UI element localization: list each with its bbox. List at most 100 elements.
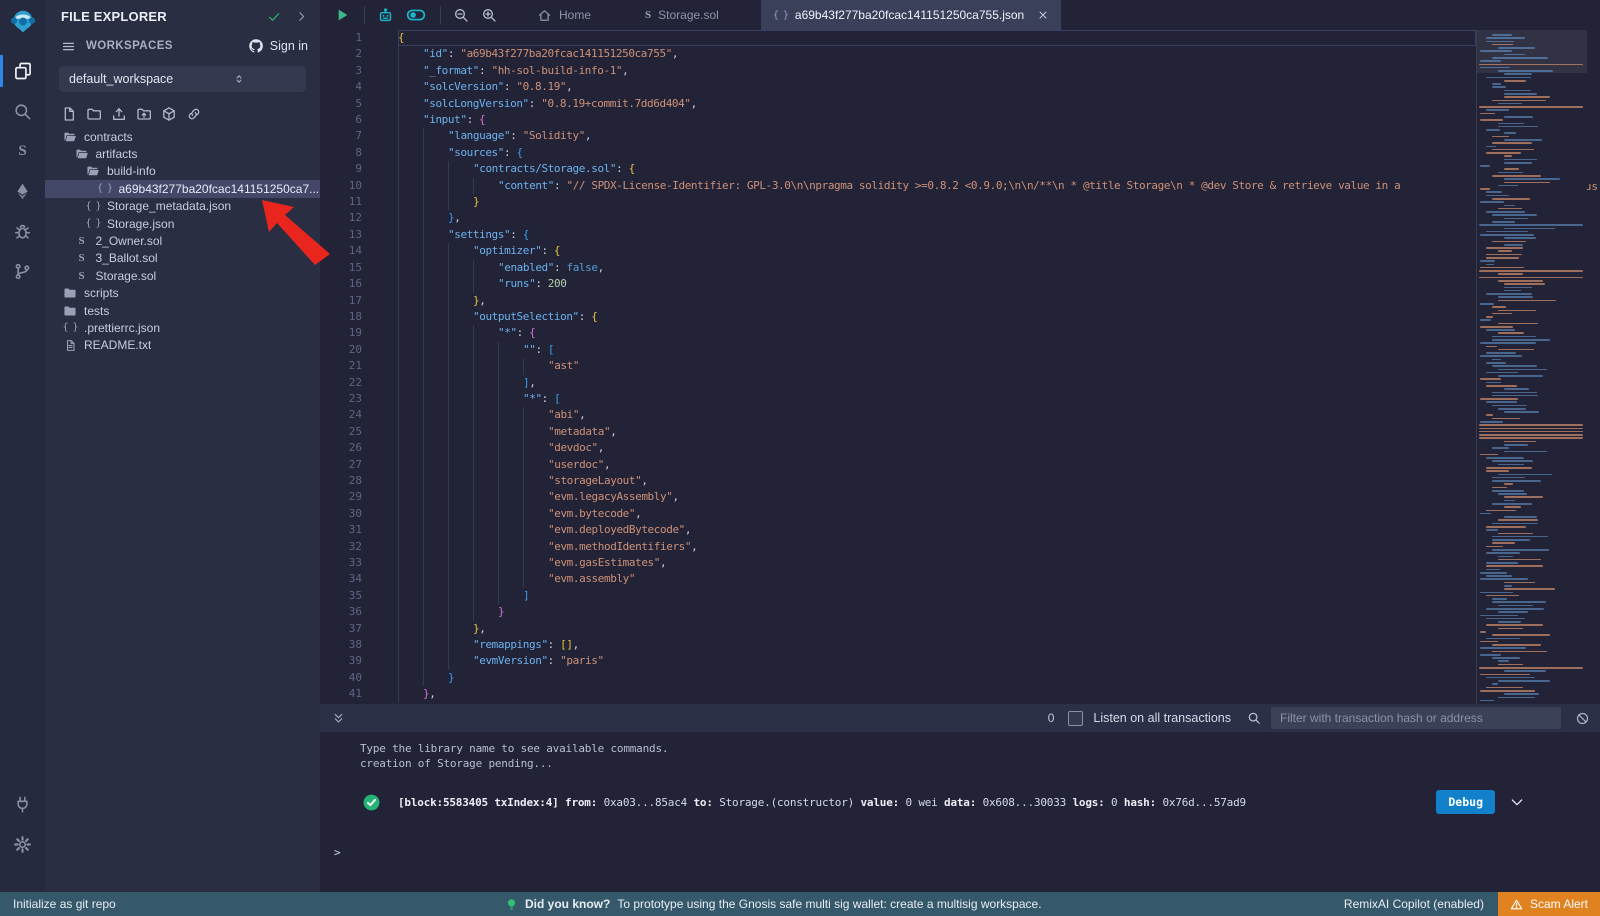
sidebar-item-git[interactable] bbox=[0, 251, 45, 291]
chevron-right-icon[interactable] bbox=[295, 10, 308, 23]
indent-guide bbox=[398, 588, 423, 604]
tree-item-3-ballot-sol[interactable]: S3_Ballot.sol bbox=[45, 250, 320, 267]
run-script-button[interactable] bbox=[334, 7, 350, 23]
transaction-summary[interactable]: [block:5583405 txIndex:4] from: 0xa03...… bbox=[398, 796, 1246, 809]
tree-item-scripts[interactable]: scripts bbox=[45, 285, 320, 302]
expand-transaction-icon[interactable] bbox=[1509, 794, 1525, 810]
close-icon[interactable] bbox=[1037, 9, 1049, 21]
minimap-line bbox=[1498, 464, 1524, 466]
new-folder-icon[interactable] bbox=[86, 106, 102, 122]
tree-item-artifacts[interactable]: artifacts bbox=[45, 145, 320, 162]
tree-item--prettierrc-json[interactable]: { }.prettierrc.json bbox=[45, 319, 320, 336]
minimap-line bbox=[1480, 113, 1495, 115]
sidebar-item-deploy-run[interactable] bbox=[0, 171, 45, 211]
workspace-select[interactable]: default_workspace bbox=[59, 66, 306, 92]
sign-in-button[interactable]: Sign in bbox=[248, 38, 308, 54]
folder-icon bbox=[62, 286, 78, 300]
token: : bbox=[479, 63, 491, 79]
indent-guide bbox=[473, 358, 498, 374]
tree-item-2-owner-sol[interactable]: S2_Owner.sol bbox=[45, 232, 320, 249]
listen-all-checkbox[interactable] bbox=[1068, 711, 1083, 726]
indent-guide bbox=[448, 325, 473, 341]
git-init-button[interactable]: Initialize as git repo bbox=[13, 892, 116, 916]
minimap-line bbox=[1486, 565, 1543, 567]
minimap-line bbox=[1486, 414, 1493, 416]
sidebar-item-plugin-manager[interactable] bbox=[0, 784, 45, 824]
sidebar-item-settings[interactable] bbox=[0, 824, 45, 864]
minimap-line bbox=[1504, 441, 1536, 443]
tree-item-storage-json[interactable]: { }Storage.json bbox=[45, 215, 320, 232]
hamburger-menu-icon[interactable] bbox=[61, 39, 76, 54]
tab-a69b43f277ba20fcac141151250ca755-json[interactable]: { }a69b43f277ba20fcac141151250ca755.json bbox=[761, 0, 1061, 30]
minimap-line bbox=[1492, 100, 1546, 102]
upload-file-icon[interactable] bbox=[111, 106, 127, 122]
zoom-out-button[interactable] bbox=[453, 7, 469, 23]
warning-icon bbox=[1510, 898, 1523, 911]
line-number-gutter: 1234567891011121314151617181920212223242… bbox=[320, 30, 375, 703]
remix-logo-icon[interactable] bbox=[8, 7, 38, 37]
minimap-line bbox=[1480, 326, 1513, 328]
token: "evm.legacyAssembly" bbox=[548, 489, 672, 505]
indent-guide bbox=[423, 145, 448, 161]
debug-button[interactable]: Debug bbox=[1436, 790, 1495, 814]
tab-storage-sol[interactable]: SStorage.sol bbox=[633, 0, 731, 30]
indent-guide bbox=[398, 375, 423, 391]
tab-home[interactable]: Home bbox=[525, 0, 603, 30]
terminal[interactable]: Type the library name to see available c… bbox=[320, 732, 1600, 892]
minimap-line bbox=[1480, 60, 1501, 62]
copilot-toggle-button[interactable] bbox=[406, 5, 426, 25]
tree-item-readme-txt[interactable]: README.txt bbox=[45, 337, 320, 354]
minimap-line bbox=[1486, 329, 1515, 331]
code-editor[interactable]: 1234567891011121314151617181920212223242… bbox=[320, 30, 1600, 704]
transaction-filter-input[interactable] bbox=[1271, 707, 1561, 729]
line-number: 9 bbox=[320, 161, 375, 177]
tree-item-build-info[interactable]: build-info bbox=[45, 163, 320, 180]
indent-guide bbox=[448, 358, 473, 374]
copilot-status[interactable]: RemixAI Copilot (enabled) bbox=[1344, 897, 1484, 911]
sign-in-label: Sign in bbox=[270, 39, 308, 53]
tree-item-storage-metadata-json[interactable]: { }Storage_metadata.json bbox=[45, 198, 320, 215]
new-file-icon[interactable] bbox=[61, 106, 77, 122]
file-actions-toolbar bbox=[45, 92, 320, 126]
tree-item-tests[interactable]: tests bbox=[45, 302, 320, 319]
minimap[interactable] bbox=[1476, 30, 1587, 704]
line-number: 13 bbox=[320, 227, 375, 243]
indent-guide bbox=[498, 473, 523, 489]
link-icon[interactable] bbox=[186, 106, 202, 122]
token: , bbox=[454, 210, 460, 226]
sidebar-item-file-explorer[interactable] bbox=[0, 51, 45, 91]
minimap-line bbox=[1480, 592, 1513, 594]
terminal-prompt[interactable]: > bbox=[334, 846, 340, 859]
token: [ bbox=[554, 391, 560, 407]
tree-item-contracts[interactable]: contracts bbox=[45, 128, 320, 145]
zoom-in-button[interactable] bbox=[481, 7, 497, 23]
tree-item-a69b43f277ba20fcac141151250ca7-[interactable]: { }a69b43f277ba20fcac141151250ca7... bbox=[45, 180, 320, 197]
token: "enabled" bbox=[498, 260, 554, 276]
token: : bbox=[535, 342, 547, 358]
token: : bbox=[467, 112, 479, 128]
file-explorer-icon bbox=[13, 61, 33, 81]
clear-console-icon[interactable] bbox=[1575, 711, 1590, 726]
sidebar-item-debugger[interactable] bbox=[0, 211, 45, 251]
sidebar-item-search[interactable] bbox=[0, 91, 45, 131]
indent-guide bbox=[448, 375, 473, 391]
indent-guide bbox=[473, 473, 498, 489]
upload-folder-icon[interactable] bbox=[136, 106, 152, 122]
search-icon bbox=[1247, 711, 1261, 725]
ai-assistant-button[interactable] bbox=[377, 7, 394, 24]
indent-guide bbox=[398, 489, 423, 505]
minimap-line bbox=[1486, 562, 1518, 564]
minimap-line bbox=[1498, 556, 1513, 558]
token: , bbox=[691, 96, 697, 112]
scam-alert-badge[interactable]: Scam Alert bbox=[1498, 892, 1600, 916]
sidebar-item-solidity-compiler[interactable]: S bbox=[0, 131, 45, 171]
settings-icon bbox=[13, 835, 32, 854]
minimap-line bbox=[1504, 483, 1513, 485]
box-icon[interactable] bbox=[161, 106, 177, 122]
terminal-expand-icon[interactable] bbox=[332, 712, 345, 725]
tree-item-storage-sol[interactable]: SStorage.sol bbox=[45, 267, 320, 284]
minimap-line bbox=[1492, 657, 1520, 659]
indent-guide bbox=[473, 555, 498, 571]
token: "runs" bbox=[498, 276, 535, 292]
token: "content" bbox=[498, 178, 554, 194]
